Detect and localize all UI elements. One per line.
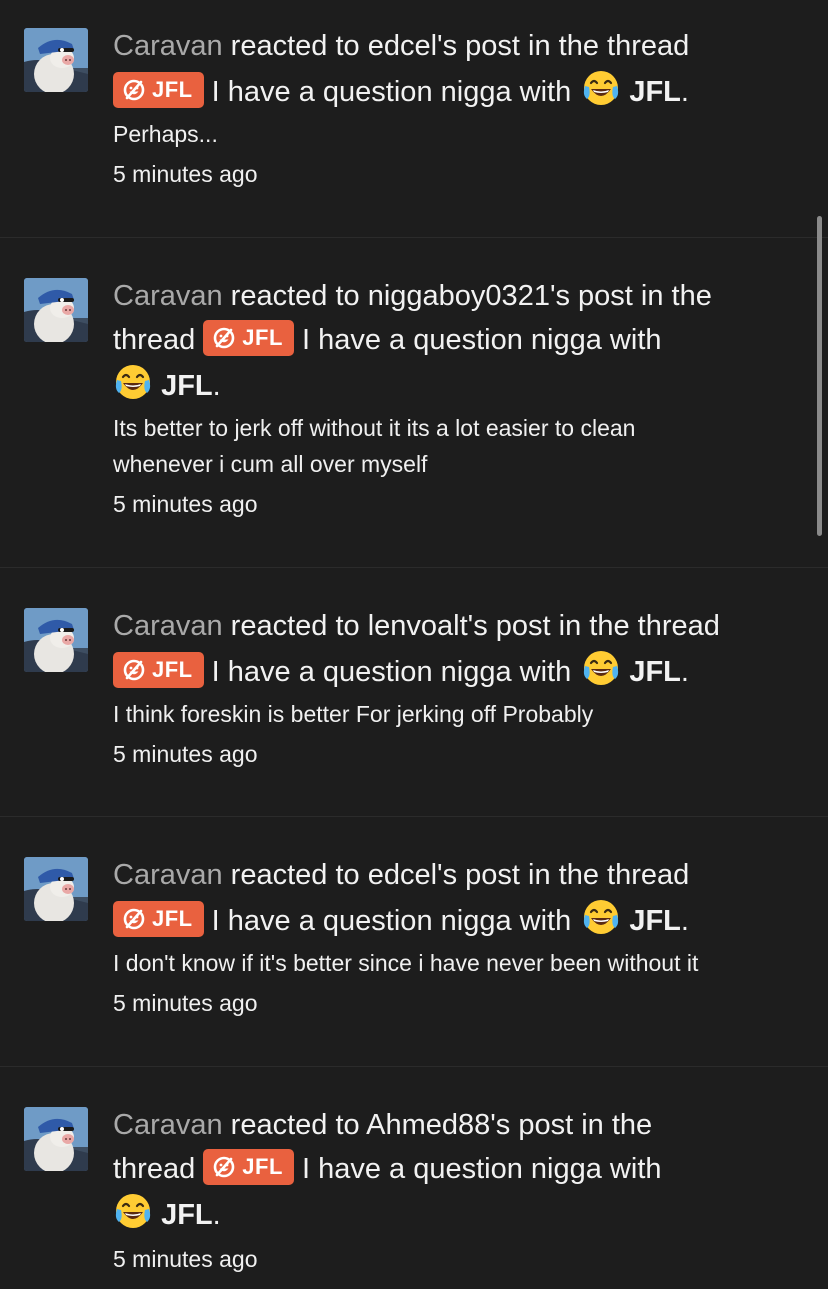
thread-link[interactable]: JFL I have a question nigga with JFL. — [113, 68, 803, 114]
alert-action-text: post in the thread — [457, 30, 690, 62]
timestamp: 5 minutes ago — [113, 491, 258, 517]
avatar[interactable] — [24, 278, 88, 342]
badge-label: JFL — [242, 1154, 283, 1179]
laugh-emoji-icon — [113, 362, 153, 402]
alert-action-text: reacted to — [222, 1109, 367, 1141]
alert-action-text: thread — [113, 324, 204, 356]
thread-prefix-badge: JFL — [203, 1149, 294, 1185]
avatar[interactable] — [24, 1107, 88, 1171]
alert-item[interactable]: Caravan reacted to niggaboy0321's post i… — [0, 238, 828, 568]
username-link[interactable]: Caravan — [113, 1109, 223, 1141]
thread-link[interactable]: JFL I have a question nigga with JFL. — [113, 897, 803, 943]
post-snippet: I think foreskin is better For jerking o… — [113, 701, 594, 727]
alert-action-text: post in the — [510, 1109, 653, 1141]
timestamp: 5 minutes ago — [113, 990, 258, 1016]
avatar[interactable] — [24, 857, 88, 921]
thread-title-end: JFL — [161, 370, 213, 402]
thread-prefix-badge: JFL — [113, 901, 204, 937]
badge-label: JFL — [152, 906, 193, 931]
post-link[interactable]: Ahmed88's — [366, 1109, 510, 1141]
avatar-image — [24, 1107, 88, 1171]
react-icon — [212, 326, 236, 350]
timestamp: 5 minutes ago — [113, 741, 258, 767]
thread-title-end: JFL — [629, 656, 681, 688]
react-icon — [122, 78, 146, 102]
alert-headline: Caravan reacted to niggaboy0321's post i… — [113, 274, 803, 318]
alert-action-text: reacted to — [222, 610, 368, 642]
badge-label: JFL — [152, 77, 193, 102]
post-snippet-line: whenever i cum all over myself — [113, 451, 428, 477]
thread-title: I have a question nigga with — [293, 324, 662, 356]
avatar-image — [24, 278, 88, 342]
react-icon — [122, 907, 146, 931]
thread-prefix-badge: JFL — [203, 320, 294, 356]
thread-link-continued[interactable]: JFL. — [113, 1191, 803, 1237]
username-link[interactable]: Caravan — [113, 30, 223, 62]
avatar-image — [24, 857, 88, 921]
alert-item[interactable]: Caravan reacted to Ahmed88's post in the… — [0, 1067, 828, 1289]
username-link[interactable]: Caravan — [113, 610, 223, 642]
alert-headline: Caravan reacted to lenvoalt's post in th… — [113, 604, 803, 648]
alert-headline: Caravan reacted to edcel's post in the t… — [113, 24, 803, 68]
laugh-emoji-icon — [113, 1191, 153, 1231]
thread-title-end: JFL — [629, 905, 681, 937]
thread-title: I have a question nigga with — [203, 905, 580, 937]
thread-title: I have a question nigga with — [203, 656, 580, 688]
react-icon — [212, 1155, 236, 1179]
post-snippet: Its better to jerk off without it its a … — [113, 410, 803, 482]
badge-label: JFL — [242, 325, 283, 350]
avatar-image — [24, 608, 88, 672]
alert-action-text: post in the — [569, 280, 712, 312]
username-link[interactable]: Caravan — [113, 280, 223, 312]
post-link[interactable]: edcel's — [368, 30, 457, 62]
thread-title-end: JFL — [161, 1199, 213, 1231]
avatar[interactable] — [24, 28, 88, 92]
post-link[interactable]: lenvoalt's — [368, 610, 488, 642]
thread-title-end: JFL — [629, 76, 681, 108]
username-link[interactable]: Caravan — [113, 859, 223, 891]
alert-action-text: thread — [113, 1153, 204, 1185]
thread-prefix-badge: JFL — [113, 652, 204, 688]
alert-action-text: reacted to — [222, 30, 368, 62]
timestamp: 5 minutes ago — [113, 1246, 258, 1272]
thread-link[interactable]: thread JFL I have a question nigga with — [113, 318, 803, 362]
alert-item[interactable]: Caravan reacted to lenvoalt's post in th… — [0, 568, 828, 817]
alert-action-text: post in the thread — [487, 610, 720, 642]
avatar[interactable] — [24, 608, 88, 672]
alert-action-text: post in the thread — [457, 859, 690, 891]
laugh-emoji-icon — [581, 68, 621, 108]
timestamp: 5 minutes ago — [113, 161, 258, 187]
thread-title: I have a question nigga with — [293, 1153, 662, 1185]
alert-item[interactable]: Caravan reacted to edcel's post in the t… — [0, 817, 828, 1067]
thread-link[interactable]: thread JFL I have a question nigga with — [113, 1147, 803, 1191]
thread-prefix-badge: JFL — [113, 72, 204, 108]
thread-title: I have a question nigga with — [203, 76, 580, 108]
post-snippet: Perhaps... — [113, 121, 218, 147]
thread-link-continued[interactable]: JFL. — [113, 362, 803, 408]
avatar-image — [24, 28, 88, 92]
alert-action-text: reacted to — [222, 859, 368, 891]
post-snippet: I don't know if it's better since i have… — [113, 950, 699, 976]
laugh-emoji-icon — [581, 897, 621, 937]
scrollbar[interactable] — [817, 216, 822, 536]
post-link[interactable]: edcel's — [368, 859, 457, 891]
thread-link[interactable]: JFL I have a question nigga with JFL. — [113, 648, 803, 694]
alert-action-text: reacted to — [222, 280, 368, 312]
react-icon — [122, 658, 146, 682]
post-snippet-line: Its better to jerk off without it its a … — [113, 415, 636, 441]
post-link[interactable]: niggaboy0321's — [368, 280, 570, 312]
alert-headline: Caravan reacted to edcel's post in the t… — [113, 853, 803, 897]
alert-item[interactable]: Caravan reacted to edcel's post in the t… — [0, 0, 828, 238]
alert-headline: Caravan reacted to Ahmed88's post in the — [113, 1103, 803, 1147]
laugh-emoji-icon — [581, 648, 621, 688]
badge-label: JFL — [152, 657, 193, 682]
